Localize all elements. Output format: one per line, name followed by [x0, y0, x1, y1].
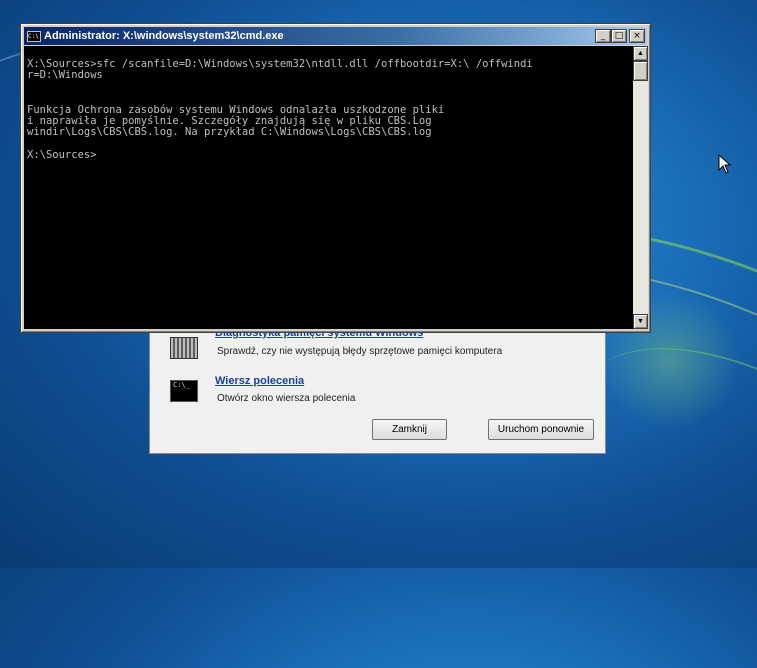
cmd-window-icon[interactable]: C:\	[27, 30, 41, 42]
command-prompt-link[interactable]: Wiersz polecenia	[215, 375, 304, 387]
minimize-button[interactable]: _	[595, 29, 611, 43]
scroll-thumb[interactable]	[633, 61, 648, 81]
cmd-window-title: Administrator: X:\windows\system32\cmd.e…	[44, 30, 284, 42]
memory-diagnostics-description: Sprawdź, czy nie występują błędy sprzęto…	[217, 346, 503, 357]
maximize-button[interactable]: □	[611, 29, 627, 43]
close-window-button[interactable]: ×	[629, 29, 645, 43]
cmd-titlebar[interactable]: C:\ Administrator: X:\windows\system32\c…	[24, 27, 647, 45]
scroll-up-arrow-icon[interactable]: ▲	[633, 46, 648, 61]
console-line: windir\Logs\CBS\CBS.log. Na przykład C:\…	[27, 126, 432, 139]
cmd-window[interactable]: C:\ Administrator: X:\windows\system32\c…	[20, 23, 651, 333]
window-controls: _ □ ×	[595, 29, 645, 43]
console-scrollbar[interactable]: ▲ ▼	[633, 46, 648, 329]
close-button[interactable]: Zamknij	[372, 419, 447, 440]
memory-chip-icon	[170, 337, 198, 359]
command-prompt-description: Otwórz okno wiersza polecenia	[217, 393, 356, 404]
restart-button[interactable]: Uruchom ponownie	[488, 419, 594, 440]
recovery-options-dialog: Diagnostyka pamięci systemu Windows Spra…	[149, 318, 606, 454]
console-line: r=D:\Windows	[27, 69, 103, 82]
command-prompt-icon: C:\_	[170, 380, 198, 402]
console-line: X:\Sources>	[27, 149, 97, 162]
console-line: X:\Sources>sfc /scanfile=D:\Windows\syst…	[27, 58, 533, 70]
scroll-down-arrow-icon[interactable]: ▼	[633, 314, 648, 329]
mouse-pointer-icon	[718, 154, 732, 174]
console-output[interactable]: X:\Sources>sfc /scanfile=D:\Windows\syst…	[24, 46, 633, 329]
